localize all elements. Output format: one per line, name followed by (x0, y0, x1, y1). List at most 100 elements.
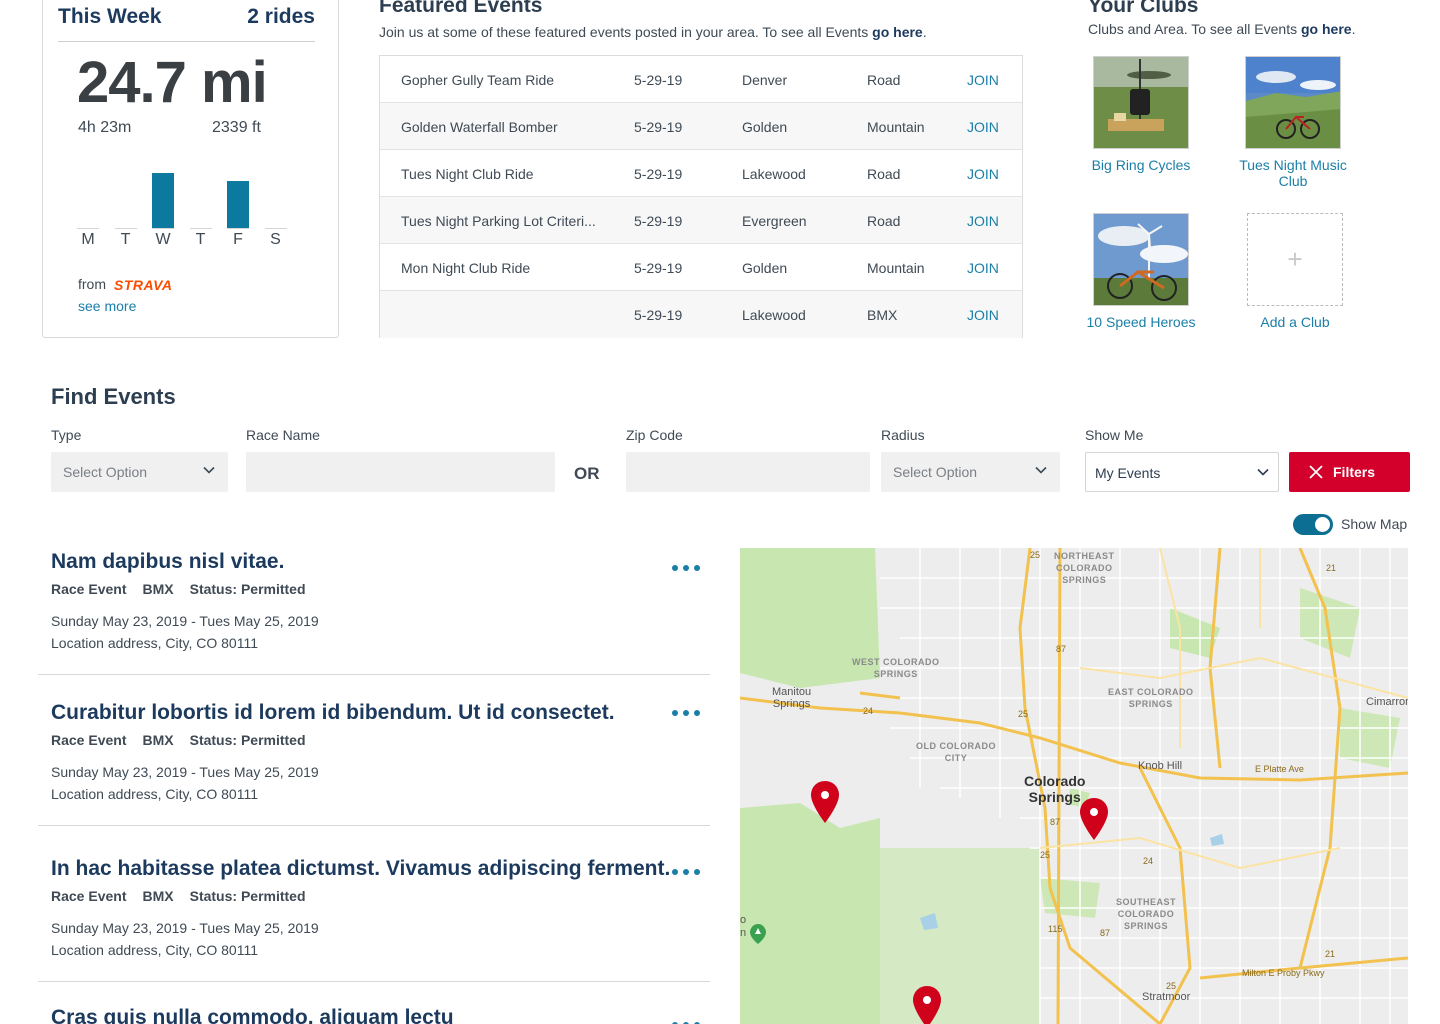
bar-baseline (227, 228, 249, 229)
event-dates: Sunday May 23, 2019 - Tues May 25, 2019 (51, 613, 319, 629)
day-bar (152, 161, 174, 229)
featured-event-city: Lakewood (742, 166, 806, 182)
map-label-southeast-cs: SOUTHEAST COLORADO SPRINGS (1116, 897, 1177, 931)
bar-baseline (264, 228, 287, 229)
add-club-card[interactable]: + Add a Club (1235, 213, 1355, 330)
map-pin-icon[interactable] (1079, 797, 1109, 841)
map-label-knob-hill: Knob Hill (1138, 760, 1183, 772)
day-label: M (81, 231, 95, 248)
weekly-elevation: 2339 ft (212, 119, 261, 136)
add-club-button[interactable]: + (1247, 213, 1343, 306)
show-me-select[interactable]: My Events (1085, 452, 1279, 492)
this-week-header: This Week 2 rides (58, 3, 315, 42)
featured-go-here-link[interactable]: go here (872, 24, 923, 40)
bar-fill (227, 181, 249, 228)
join-link[interactable]: JOIN (967, 72, 999, 88)
show-map-toggle[interactable] (1293, 514, 1333, 535)
show-me-value: My Events (1095, 465, 1161, 481)
join-link[interactable]: JOIN (967, 119, 999, 135)
map-pin-icon[interactable] (912, 985, 942, 1024)
your-clubs-title: Your Clubs (1088, 0, 1199, 17)
event-type: BMX (142, 888, 174, 904)
event-item[interactable]: Cras quis nulla commodo, aliquam lectu (38, 1004, 710, 1024)
dot (672, 565, 678, 571)
map-highway-87: 87 (1056, 644, 1067, 654)
zip-code-label: Zip Code (626, 427, 683, 443)
event-address: Location address, City, CO 80111 (51, 942, 258, 958)
map-pin-icon[interactable] (810, 780, 840, 824)
bar-baseline (189, 228, 212, 229)
clubs-desc-suffix: . (1351, 21, 1356, 37)
type-select-value: Select Option (63, 464, 148, 480)
map-highway-21: 21 (1326, 563, 1337, 573)
clubs-go-here-link[interactable]: go here (1301, 21, 1352, 37)
events-map[interactable]: NORTHEAST COLORADO SPRINGS WEST COLORADO SP… (740, 548, 1408, 1024)
featured-desc-suffix: . (922, 24, 927, 40)
featured-event-row: Golden Waterfall Bomber 5-29-19 Golden Moun… (380, 103, 1022, 150)
more-options-icon[interactable] (672, 867, 702, 877)
featured-events-table: Gopher Gully Team Ride 5-29-19 Denver Road J… (379, 55, 1023, 338)
event-status: Status: Permitted (189, 732, 306, 748)
join-link[interactable]: JOIN (967, 307, 999, 323)
bar-baseline (114, 228, 137, 229)
featured-event-date: 5-29-19 (634, 166, 683, 182)
show-map-label: Show Map (1341, 516, 1408, 532)
map-highway-21: 21 (1325, 949, 1336, 959)
see-more-link[interactable]: see more (78, 298, 136, 314)
day-bar (189, 161, 212, 229)
event-item[interactable]: In hac habitasse platea dictumst. Vivamu… (38, 855, 710, 982)
more-options-icon[interactable] (672, 563, 702, 573)
club-card-10-speed-heroes[interactable]: 10 Speed Heroes (1081, 213, 1201, 330)
bar-baseline (152, 228, 174, 229)
day-label: F (233, 231, 243, 248)
event-title[interactable]: Nam dapibus nisl vitae. (51, 550, 284, 574)
this-week-card: This Week 2 rides 24.7 mi 4h 23m 2339 ft… (42, 0, 339, 338)
map-label-platte-ave: E Platte Ave (1255, 764, 1304, 774)
event-title[interactable]: In hac habitasse platea dictumst. Vivamu… (51, 857, 670, 881)
map-highway-25: 25 (1166, 981, 1177, 991)
chevron-down-icon (1257, 468, 1269, 476)
map-highway-115: 115 (1048, 924, 1063, 934)
featured-event-row: 5-29-19 Lakewood BMX JOIN (380, 291, 1022, 338)
dot (694, 710, 700, 716)
featured-event-date: 5-29-19 (634, 260, 683, 276)
join-link[interactable]: JOIN (967, 213, 999, 229)
featured-event-name: Tues Night Club Ride (401, 166, 534, 182)
plus-icon: + (1287, 244, 1303, 274)
weekly-time: 4h 23m (78, 119, 132, 136)
type-select[interactable]: Select Option (51, 452, 228, 492)
featured-event-row: Tues Night Club Ride 5-29-19 Lakewood Road J… (380, 150, 1022, 197)
more-options-icon[interactable] (672, 708, 702, 718)
strava-logo: STRAVA (114, 277, 173, 293)
featured-event-type: Road (867, 72, 901, 88)
your-clubs-description: Clubs and Area. To see all Events go her… (1088, 21, 1355, 37)
map-label-milton-proby: Milton E Proby Pkwy (1242, 968, 1325, 978)
radius-select-value: Select Option (893, 464, 978, 480)
more-options-icon[interactable] (672, 1020, 702, 1024)
featured-event-date: 5-29-19 (634, 307, 683, 323)
radius-select[interactable]: Select Option (881, 452, 1060, 492)
zip-code-input[interactable] (626, 452, 870, 492)
event-title[interactable]: Curabitur lobortis id lorem id bibendum.… (51, 701, 615, 725)
dot (694, 565, 700, 571)
or-separator: OR (574, 464, 600, 483)
featured-event-city: Golden (742, 260, 788, 276)
event-title[interactable]: Cras quis nulla commodo, aliquam lectu (51, 1006, 454, 1024)
toggle-knob (1315, 517, 1330, 532)
event-item[interactable]: Nam dapibus nisl vitae. Race Event BMX Sta… (38, 548, 710, 675)
featured-event-name: Golden Waterfall Bomber (401, 119, 558, 135)
club-card-big-ring-cycles[interactable]: Big Ring Cycles (1081, 56, 1201, 173)
event-item[interactable]: Curabitur lobortis id lorem id bibendum.… (38, 699, 710, 826)
map-highway-87: 87 (1100, 928, 1111, 938)
club-card-tues-night-music-club[interactable]: Tues Night Music Club (1233, 56, 1353, 189)
filters-button[interactable]: Filters (1289, 452, 1410, 492)
race-name-input[interactable] (246, 452, 555, 492)
event-status: Status: Permitted (189, 581, 306, 597)
join-link[interactable]: JOIN (967, 260, 999, 276)
day-label: S (270, 231, 281, 248)
event-meta: Race Event BMX Status: Permitted (51, 732, 322, 748)
map-label-edge: n (740, 927, 747, 939)
event-dates: Sunday May 23, 2019 - Tues May 25, 2019 (51, 764, 319, 780)
join-link[interactable]: JOIN (967, 166, 999, 182)
race-name-label: Race Name (246, 427, 320, 443)
